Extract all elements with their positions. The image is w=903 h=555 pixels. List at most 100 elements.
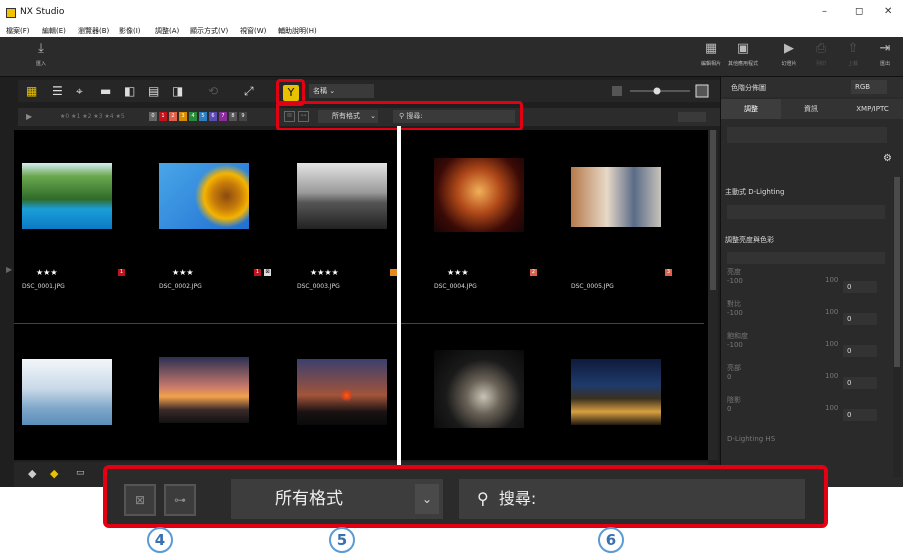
grid-scrollbar[interactable] [708, 130, 718, 460]
menu-view[interactable]: 顯示方式(V) [190, 26, 228, 36]
channel-dropdown[interactable]: RGB [851, 80, 887, 94]
protect-icon: ⊠ [264, 269, 271, 276]
brightness-color-section[interactable]: 調整亮度與色彩 [725, 235, 887, 249]
slider-value[interactable]: 0 [843, 377, 877, 389]
label-filter-7[interactable]: 7 [219, 112, 227, 121]
label-filter-3[interactable]: 3 [179, 112, 187, 121]
slider-shadows[interactable]: 陰影 0 100 0 [727, 395, 887, 423]
slider-value[interactable]: 0 [843, 313, 877, 325]
thumbnail-dsc-0001[interactable] [22, 163, 112, 229]
right-panel: 色階分佈圖 RGB 調整 資訊 XMP/IPTC ⚙ 主動式 D-Lightin… [720, 77, 903, 487]
menu-file[interactable]: 檔案(F) [6, 26, 30, 36]
label-filter-0[interactable]: 0 [149, 112, 157, 121]
minimize-icon[interactable]: – [822, 6, 827, 17]
slider-saturation[interactable]: 飽和度 -100 100 0 [727, 331, 887, 359]
thumbnail-dsc-0006[interactable] [22, 359, 112, 425]
menu-edit[interactable]: 編輯(E) [42, 26, 66, 36]
expand-arrow-icon[interactable]: ▶ [26, 112, 32, 121]
slideshow-button[interactable]: ▶ 幻燈片 [774, 41, 804, 73]
file-name: DSC_0001.JPG [22, 283, 65, 290]
thumbnail-dsc-0010[interactable] [571, 359, 661, 425]
export-button[interactable]: ⇥ 匯出 [870, 41, 900, 73]
protect-filter-zoom-icon[interactable]: ⊠ [124, 484, 156, 516]
thumbnail-dsc-0009[interactable] [434, 350, 524, 428]
adl-dropdown[interactable] [727, 205, 885, 219]
file-name: DSC_0002.JPG [159, 283, 202, 290]
thumbnail-size-slider[interactable] [610, 84, 710, 98]
full-screen-icon[interactable]: ⤢ [244, 84, 254, 98]
slider-highlights[interactable]: 亮部 0 100 0 [727, 363, 887, 391]
label-filter-4[interactable]: 4 [189, 112, 197, 121]
slider-value[interactable]: 0 [843, 409, 877, 421]
search-field-zoom[interactable]: ⚲ 搜尋: [459, 479, 805, 519]
scrollbar-thumb[interactable] [710, 130, 716, 290]
label-filter-9[interactable]: 9 [239, 112, 247, 121]
thumbnail-dsc-0007[interactable] [159, 357, 249, 423]
thumbnail-dsc-0003[interactable] [297, 163, 387, 229]
active-d-lighting-section[interactable]: 主動式 D-Lighting [725, 187, 887, 201]
thumbnail-dsc-0002[interactable] [159, 163, 249, 229]
menu-help[interactable]: 輔助說明(H) [278, 26, 317, 36]
label-filter-5[interactable]: 5 [199, 112, 207, 121]
key-filter-zoom-icon[interactable]: ⊶ [164, 484, 196, 516]
slider-max: 100 [825, 276, 839, 284]
slider-brightness[interactable]: 亮度 -100 100 0 [727, 267, 887, 295]
adjust-dropdown[interactable] [727, 252, 885, 264]
thumbnail-dsc-0004[interactable] [434, 158, 524, 232]
menu-image[interactable]: 影像(I) [119, 26, 141, 36]
compare-view-icon[interactable]: ▤ [148, 84, 159, 98]
rotate-icon[interactable]: ⟲ [208, 84, 218, 98]
grid-view-icon[interactable]: ▦ [26, 84, 37, 98]
stack-icon[interactable]: ◆ [28, 467, 36, 480]
label-filter-8[interactable]: 8 [229, 112, 237, 121]
thumbnail-dsc-0008[interactable] [297, 359, 387, 425]
select-icon[interactable]: ◆ [50, 467, 58, 480]
import-button[interactable]: ⤓ 匯入 [26, 41, 56, 73]
slider-min: 0 [727, 373, 732, 381]
menu-browser[interactable]: 瀏覽器(B) [78, 26, 109, 36]
compare-two-icon[interactable]: ◨ [172, 84, 183, 98]
upload-button[interactable]: ⇧ 上載 [838, 41, 868, 73]
clear-filter-button[interactable] [678, 112, 706, 122]
menu-adjust[interactable]: 調整(A) [155, 26, 179, 36]
slider-min: -100 [727, 309, 743, 317]
right-scrollbar[interactable] [893, 177, 901, 477]
tab-adjust[interactable]: 調整 [721, 99, 781, 119]
label-filter-1[interactable]: 1 [159, 112, 167, 121]
thumbnail-dsc-0005[interactable] [571, 167, 661, 227]
maximize-icon[interactable]: ◻ [855, 6, 863, 17]
slider-value[interactable]: 0 [843, 281, 877, 293]
sort-dropdown[interactable]: 名稱 ⌄ [309, 84, 374, 98]
menu-window[interactable]: 視窗(W) [240, 26, 266, 36]
title-bar: NX Studio – ◻ ✕ [0, 0, 903, 25]
info-icon[interactable]: ▭ [76, 468, 85, 478]
slider-value[interactable]: 0 [843, 345, 877, 357]
close-icon[interactable]: ✕ [884, 6, 892, 17]
histogram-header: 色階分佈圖 RGB [721, 77, 903, 97]
settings-icon[interactable]: ⚙ [883, 153, 892, 164]
format-filter-zoom[interactable]: 所有格式 ⌄ [231, 479, 443, 519]
tab-xmp-iptc[interactable]: XMP/IPTC [841, 99, 903, 119]
preset-dropdown[interactable] [727, 127, 887, 143]
label-filter-6[interactable]: 6 [209, 112, 217, 121]
slider-label: 對比 [727, 300, 741, 308]
single-view-icon[interactable]: ▬ [100, 84, 111, 98]
right-scrollbar-thumb[interactable] [894, 177, 900, 367]
list-view-icon[interactable]: ☰ [52, 84, 63, 98]
label-filter-2[interactable]: 2 [169, 112, 177, 121]
export-icon: ⇥ [879, 41, 891, 56]
map-view-icon[interactable]: ⌖ [76, 84, 83, 98]
other-apps-button[interactable]: ▣ 其他應用程式 [728, 41, 758, 73]
file-name: DSC_0003.JPG [297, 283, 340, 290]
rating-stars: ★★★ [172, 268, 194, 277]
print-button[interactable]: ⎙ 列印 [806, 41, 836, 73]
left-panel-toggle-icon[interactable]: ▶ [6, 265, 12, 274]
rating-filters[interactable]: ★0 ★1 ★2 ★3 ★4 ★5 [60, 113, 125, 120]
filter-callout-zoom: ⊠ ⊶ 所有格式 ⌄ ⚲ 搜尋: [103, 465, 828, 528]
tab-info[interactable]: 資訊 [781, 99, 841, 119]
color-label: 2 [530, 269, 537, 276]
slider-contrast[interactable]: 對比 -100 100 0 [727, 299, 887, 327]
filmstrip-view-icon[interactable]: ◧ [124, 84, 135, 98]
d-lighting-hs-label: D-Lighting HS [727, 435, 776, 443]
edit-photo-button[interactable]: ▦ 編輯相片 [696, 41, 726, 73]
